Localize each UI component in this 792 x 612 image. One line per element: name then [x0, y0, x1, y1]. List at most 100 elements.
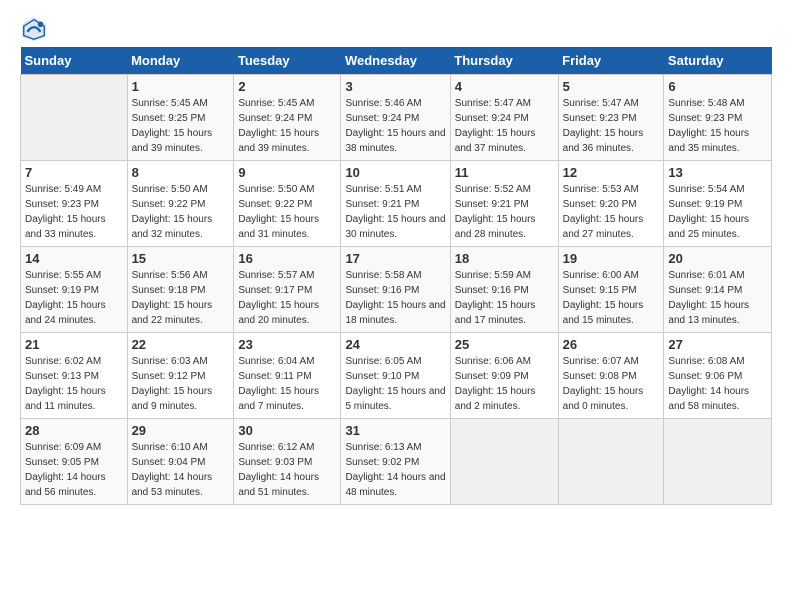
- calendar-container: SundayMondayTuesdayWednesdayThursdayFrid…: [0, 0, 792, 515]
- day-cell: 19 Sunrise: 6:00 AMSunset: 9:15 PMDayligh…: [558, 247, 664, 333]
- day-number: 15: [132, 251, 230, 266]
- day-number: 1: [132, 79, 230, 94]
- day-number: 12: [563, 165, 660, 180]
- week-row-2: 7 Sunrise: 5:49 AMSunset: 9:23 PMDaylight…: [21, 161, 772, 247]
- day-info: Sunrise: 6:08 AMSunset: 9:06 PMDaylight:…: [668, 356, 749, 412]
- day-info: Sunrise: 5:47 AMSunset: 9:24 PMDaylight:…: [455, 98, 536, 154]
- day-cell: [450, 419, 558, 505]
- day-cell: 28 Sunrise: 6:09 AMSunset: 9:05 PMDayligh…: [21, 419, 128, 505]
- day-number: 16: [238, 251, 336, 266]
- day-info: Sunrise: 5:57 AMSunset: 9:17 PMDaylight:…: [238, 270, 319, 326]
- day-info: Sunrise: 5:49 AMSunset: 9:23 PMDaylight:…: [25, 184, 106, 240]
- day-cell: 31 Sunrise: 6:13 AMSunset: 9:02 PMDayligh…: [341, 419, 450, 505]
- day-info: Sunrise: 6:09 AMSunset: 9:05 PMDaylight:…: [25, 442, 106, 498]
- week-row-3: 14 Sunrise: 5:55 AMSunset: 9:19 PMDayligh…: [21, 247, 772, 333]
- day-header-sunday: Sunday: [21, 47, 128, 75]
- day-number: 27: [668, 337, 767, 352]
- day-number: 23: [238, 337, 336, 352]
- day-number: 22: [132, 337, 230, 352]
- day-cell: 6 Sunrise: 5:48 AMSunset: 9:23 PMDaylight…: [664, 75, 772, 161]
- day-cell: 27 Sunrise: 6:08 AMSunset: 9:06 PMDayligh…: [664, 333, 772, 419]
- day-cell: 14 Sunrise: 5:55 AMSunset: 9:19 PMDayligh…: [21, 247, 128, 333]
- day-cell: 29 Sunrise: 6:10 AMSunset: 9:04 PMDayligh…: [127, 419, 234, 505]
- day-cell: 22Sunrise: 6:03 AMSunset: 9:12 PMDayligh…: [127, 333, 234, 419]
- day-info: Sunrise: 6:07 AMSunset: 9:08 PMDaylight:…: [563, 356, 644, 412]
- logo: [20, 15, 50, 43]
- day-number: 30: [238, 423, 336, 438]
- day-number: 25: [455, 337, 554, 352]
- day-cell: 12 Sunrise: 5:53 AMSunset: 9:20 PMDayligh…: [558, 161, 664, 247]
- week-row-5: 28 Sunrise: 6:09 AMSunset: 9:05 PMDayligh…: [21, 419, 772, 505]
- day-number: 7: [25, 165, 123, 180]
- day-number: 8: [132, 165, 230, 180]
- day-info: Sunrise: 6:10 AMSunset: 9:04 PMDaylight:…: [132, 442, 213, 498]
- day-header-saturday: Saturday: [664, 47, 772, 75]
- day-header-thursday: Thursday: [450, 47, 558, 75]
- day-number: 20: [668, 251, 767, 266]
- day-cell: 4 Sunrise: 5:47 AMSunset: 9:24 PMDaylight…: [450, 75, 558, 161]
- day-cell: 30 Sunrise: 6:12 AMSunset: 9:03 PMDayligh…: [234, 419, 341, 505]
- day-cell: 7 Sunrise: 5:49 AMSunset: 9:23 PMDaylight…: [21, 161, 128, 247]
- day-cell: 10 Sunrise: 5:51 AMSunset: 9:21 PMDayligh…: [341, 161, 450, 247]
- day-info: Sunrise: 6:05 AMSunset: 9:10 PMDaylight:…: [345, 356, 445, 412]
- day-info: Sunrise: 6:06 AMSunset: 9:09 PMDaylight:…: [455, 356, 536, 412]
- day-info: Sunrise: 6:01 AMSunset: 9:14 PMDaylight:…: [668, 270, 749, 326]
- day-number: 19: [563, 251, 660, 266]
- day-info: Sunrise: 6:12 AMSunset: 9:03 PMDaylight:…: [238, 442, 319, 498]
- day-number: 9: [238, 165, 336, 180]
- day-info: Sunrise: 5:48 AMSunset: 9:23 PMDaylight:…: [668, 98, 749, 154]
- day-number: 31: [345, 423, 445, 438]
- header: [20, 15, 772, 43]
- day-info: Sunrise: 5:50 AMSunset: 9:22 PMDaylight:…: [238, 184, 319, 240]
- day-number: 17: [345, 251, 445, 266]
- day-info: Sunrise: 5:55 AMSunset: 9:19 PMDaylight:…: [25, 270, 106, 326]
- day-info: Sunrise: 6:02 AMSunset: 9:13 PMDaylight:…: [25, 356, 106, 412]
- day-info: Sunrise: 5:50 AMSunset: 9:22 PMDaylight:…: [132, 184, 213, 240]
- day-info: Sunrise: 5:46 AMSunset: 9:24 PMDaylight:…: [345, 98, 445, 154]
- day-number: 6: [668, 79, 767, 94]
- day-cell: 25 Sunrise: 6:06 AMSunset: 9:09 PMDayligh…: [450, 333, 558, 419]
- day-cell: 18Sunrise: 5:59 AMSunset: 9:16 PMDayligh…: [450, 247, 558, 333]
- day-number: 10: [345, 165, 445, 180]
- day-info: Sunrise: 5:53 AMSunset: 9:20 PMDaylight:…: [563, 184, 644, 240]
- day-cell: [558, 419, 664, 505]
- day-number: 14: [25, 251, 123, 266]
- day-header-wednesday: Wednesday: [341, 47, 450, 75]
- day-header-monday: Monday: [127, 47, 234, 75]
- day-number: 21: [25, 337, 123, 352]
- day-cell: 26 Sunrise: 6:07 AMSunset: 9:08 PMDayligh…: [558, 333, 664, 419]
- day-cell: 9 Sunrise: 5:50 AMSunset: 9:22 PMDaylight…: [234, 161, 341, 247]
- day-cell: 13 Sunrise: 5:54 AMSunset: 9:19 PMDayligh…: [664, 161, 772, 247]
- day-header-row: SundayMondayTuesdayWednesdayThursdayFrid…: [21, 47, 772, 75]
- day-info: Sunrise: 5:58 AMSunset: 9:16 PMDaylight:…: [345, 270, 445, 326]
- logo-icon: [20, 15, 48, 43]
- day-number: 28: [25, 423, 123, 438]
- day-cell: 2Sunrise: 5:45 AMSunset: 9:24 PMDaylight…: [234, 75, 341, 161]
- day-info: Sunrise: 5:56 AMSunset: 9:18 PMDaylight:…: [132, 270, 213, 326]
- day-info: Sunrise: 6:13 AMSunset: 9:02 PMDaylight:…: [345, 442, 445, 498]
- day-cell: 20 Sunrise: 6:01 AMSunset: 9:14 PMDayligh…: [664, 247, 772, 333]
- day-number: 24: [345, 337, 445, 352]
- day-cell: 11 Sunrise: 5:52 AMSunset: 9:21 PMDayligh…: [450, 161, 558, 247]
- day-number: 29: [132, 423, 230, 438]
- calendar-table: SundayMondayTuesdayWednesdayThursdayFrid…: [20, 47, 772, 505]
- day-number: 13: [668, 165, 767, 180]
- day-info: Sunrise: 5:45 AMSunset: 9:25 PMDaylight:…: [132, 98, 213, 154]
- day-number: 5: [563, 79, 660, 94]
- day-number: 11: [455, 165, 554, 180]
- day-cell: [664, 419, 772, 505]
- day-number: 26: [563, 337, 660, 352]
- day-info: Sunrise: 5:59 AMSunset: 9:16 PMDaylight:…: [455, 270, 536, 326]
- day-info: Sunrise: 6:00 AMSunset: 9:15 PMDaylight:…: [563, 270, 644, 326]
- day-header-tuesday: Tuesday: [234, 47, 341, 75]
- day-cell: 5Sunrise: 5:47 AMSunset: 9:23 PMDaylight…: [558, 75, 664, 161]
- day-number: 4: [455, 79, 554, 94]
- day-info: Sunrise: 5:54 AMSunset: 9:19 PMDaylight:…: [668, 184, 749, 240]
- day-cell: 1 Sunrise: 5:45 AMSunset: 9:25 PMDaylight…: [127, 75, 234, 161]
- day-info: Sunrise: 5:51 AMSunset: 9:21 PMDaylight:…: [345, 184, 445, 240]
- day-info: Sunrise: 5:52 AMSunset: 9:21 PMDaylight:…: [455, 184, 536, 240]
- day-cell: 23Sunrise: 6:04 AMSunset: 9:11 PMDayligh…: [234, 333, 341, 419]
- day-cell: [21, 75, 128, 161]
- day-cell: 8 Sunrise: 5:50 AMSunset: 9:22 PMDaylight…: [127, 161, 234, 247]
- day-cell: 15 Sunrise: 5:56 AMSunset: 9:18 PMDayligh…: [127, 247, 234, 333]
